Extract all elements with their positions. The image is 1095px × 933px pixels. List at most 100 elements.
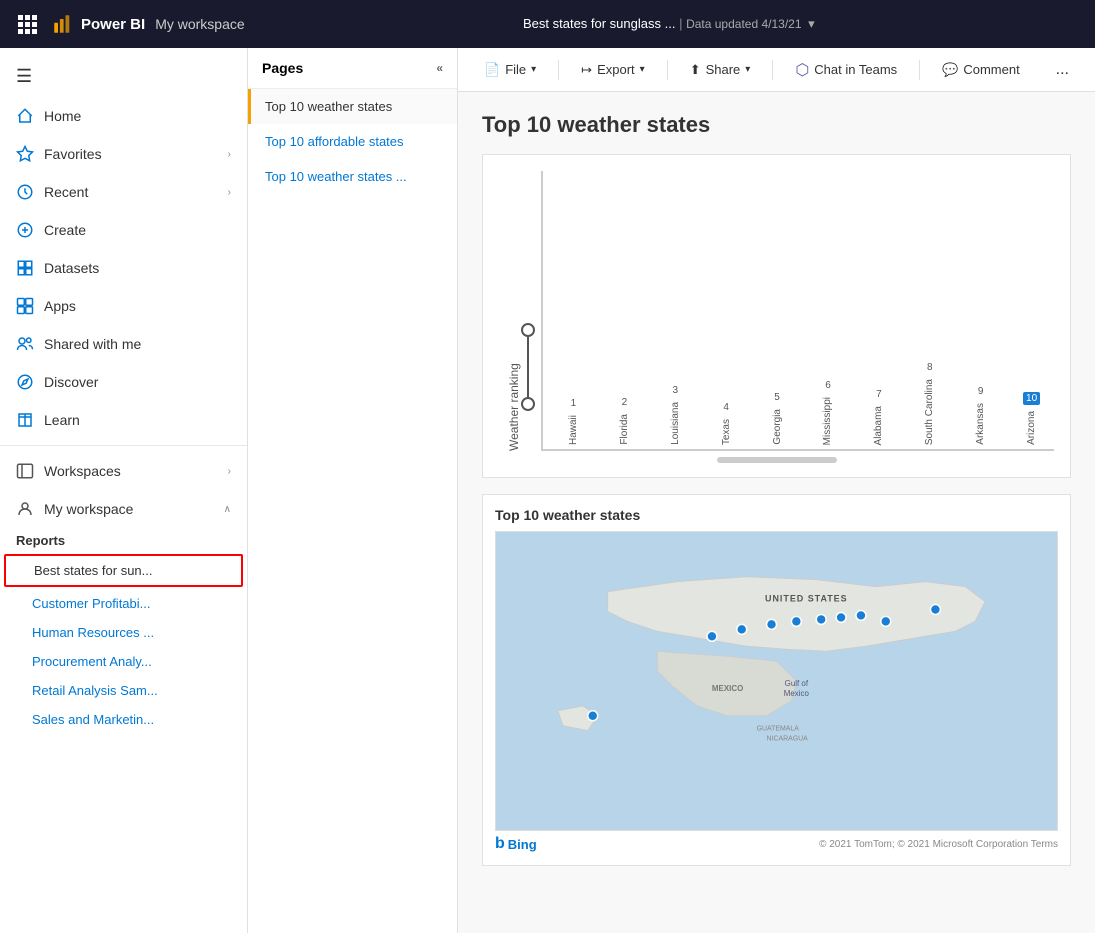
sidebar: ☰ Home Favorites › bbox=[0, 48, 248, 933]
page-item-top10weather2[interactable]: Top 10 weather states ... bbox=[248, 159, 457, 194]
sidebar-divider bbox=[0, 445, 247, 446]
waffle-icon[interactable] bbox=[12, 9, 43, 40]
app-name: Power BI bbox=[81, 16, 145, 33]
app-logo: Power BI bbox=[53, 14, 145, 34]
report-area: Top 10 weather states Weather ranking bbox=[458, 92, 1095, 933]
discover-icon bbox=[16, 373, 34, 391]
sidebar-label-create: Create bbox=[44, 222, 86, 238]
user-icon bbox=[16, 500, 34, 518]
bar-group-florida[interactable]: 2 Florida bbox=[602, 397, 647, 445]
sidebar-item-learn[interactable]: Learn bbox=[0, 401, 247, 439]
bar-group-georgia[interactable]: 5 Georgia bbox=[755, 392, 800, 445]
more-icon: ... bbox=[1056, 61, 1069, 79]
teams-icon: ⬡ bbox=[795, 60, 809, 80]
sidebar-label-shared: Shared with me bbox=[44, 336, 141, 352]
page-label-top10weather2: Top 10 weather states ... bbox=[265, 169, 407, 184]
chevron-up-my-workspace: ∧ bbox=[224, 504, 231, 515]
page-item-top10weather[interactable]: Top 10 weather states bbox=[248, 89, 457, 124]
sidebar-item-home[interactable]: Home bbox=[0, 97, 247, 135]
toolbar-sep-2 bbox=[667, 60, 668, 80]
topbar-chevron[interactable]: ▾ bbox=[808, 16, 815, 31]
toolbar-sep-4 bbox=[919, 60, 920, 80]
slider-bottom-handle[interactable] bbox=[521, 397, 535, 411]
comment-button[interactable]: 💬 Comment bbox=[932, 58, 1030, 82]
datasets-icon bbox=[16, 259, 34, 277]
bar-group-hawaii[interactable]: 1 Hawaii bbox=[551, 398, 596, 445]
sidebar-hamburger[interactable]: ☰ bbox=[0, 56, 247, 97]
map-copyright: © 2021 TomTom; © 2021 Microsoft Corporat… bbox=[819, 839, 1058, 850]
map-footer: b Bing © 2021 TomTom; © 2021 Microsoft C… bbox=[495, 831, 1058, 853]
report-main-title: Top 10 weather states bbox=[482, 112, 1071, 138]
map-svg: Gulf of Mexico UNITED STATES MEXICO GUAT… bbox=[496, 532, 1057, 830]
file-label: File bbox=[505, 62, 526, 77]
workspaces-icon bbox=[16, 462, 34, 480]
svg-text:GUATEMALA: GUATEMALA bbox=[757, 726, 800, 733]
sidebar-item-datasets[interactable]: Datasets bbox=[0, 249, 247, 287]
sidebar-report-best-states[interactable]: Best states for sun... bbox=[4, 554, 243, 587]
sidebar-item-apps[interactable]: Apps bbox=[0, 287, 247, 325]
sidebar-report-retail[interactable]: Retail Analysis Sam... bbox=[0, 676, 247, 705]
bar-group-south-carolina[interactable]: 8 South Carolina bbox=[907, 362, 952, 445]
bar-group-arizona[interactable]: 10 Arizona bbox=[1009, 392, 1054, 445]
file-button[interactable]: 📄 File ▾ bbox=[474, 58, 546, 82]
page-item-top10affordable[interactable]: Top 10 affordable states bbox=[248, 124, 457, 159]
chevron-right-icon: › bbox=[228, 149, 231, 160]
bar-group-mississippi[interactable]: 6 Mississippi bbox=[806, 380, 851, 445]
chart-scrollbar[interactable] bbox=[717, 457, 837, 463]
slider-top-handle[interactable] bbox=[521, 323, 535, 337]
map-container[interactable]: Gulf of Mexico UNITED STATES MEXICO GUAT… bbox=[495, 531, 1058, 831]
comment-icon: 💬 bbox=[942, 62, 958, 78]
more-button[interactable]: ... bbox=[1046, 57, 1079, 83]
sidebar-label-my-workspace: My workspace bbox=[44, 501, 133, 517]
chat-teams-button[interactable]: ⬡ Chat in Teams bbox=[785, 56, 907, 84]
svg-text:MEXICO: MEXICO bbox=[712, 684, 743, 693]
collapse-pages-button[interactable]: « bbox=[436, 61, 443, 75]
sidebar-item-discover[interactable]: Discover bbox=[0, 363, 247, 401]
share-button[interactable]: ⬆ Share ▾ bbox=[680, 58, 761, 82]
sidebar-report-procurement[interactable]: Procurement Analy... bbox=[0, 647, 247, 676]
svg-text:Mexico: Mexico bbox=[784, 689, 810, 698]
powerbi-icon bbox=[53, 14, 73, 34]
sidebar-label-recent: Recent bbox=[44, 184, 88, 200]
sidebar-label-datasets: Datasets bbox=[44, 260, 99, 276]
sidebar-label-workspaces: Workspaces bbox=[44, 463, 121, 479]
people-icon bbox=[16, 335, 34, 353]
book-icon bbox=[16, 411, 34, 429]
sidebar-item-recent[interactable]: Recent › bbox=[0, 173, 247, 211]
share-label: Share bbox=[706, 62, 741, 77]
sidebar-item-my-workspace[interactable]: My workspace ∧ bbox=[0, 490, 247, 528]
bars-area: 1 Hawaii 2 Florida 3 bbox=[541, 171, 1054, 451]
export-icon: ↦ bbox=[581, 62, 592, 78]
export-label: Export bbox=[597, 62, 635, 77]
bar-group-arkansas[interactable]: 9 Arkansas bbox=[958, 386, 1003, 445]
slider-control[interactable] bbox=[521, 171, 535, 451]
pages-panel: Pages « Top 10 weather states Top 10 aff… bbox=[248, 48, 458, 933]
bar-group-texas[interactable]: 4 Texas bbox=[704, 402, 749, 445]
file-chevron-icon: ▾ bbox=[531, 64, 536, 75]
svg-text:NICARAGUA: NICARAGUA bbox=[767, 736, 809, 743]
bing-logo: b Bing bbox=[495, 835, 537, 853]
pages-title: Pages bbox=[262, 60, 303, 76]
report-name: Best states for sunglass ... bbox=[523, 16, 675, 31]
bar-group-louisiana[interactable]: 3 Louisiana bbox=[653, 385, 698, 445]
svg-text:UNITED STATES: UNITED STATES bbox=[765, 594, 848, 604]
data-update: Data updated 4/13/21 bbox=[686, 17, 801, 31]
sidebar-report-human-resources[interactable]: Human Resources ... bbox=[0, 618, 247, 647]
reports-section-label: Reports bbox=[0, 528, 247, 552]
sidebar-item-create[interactable]: Create bbox=[0, 211, 247, 249]
sidebar-item-favorites[interactable]: Favorites › bbox=[0, 135, 247, 173]
map-title: Top 10 weather states bbox=[495, 507, 1058, 523]
reports-label: Reports bbox=[16, 533, 65, 548]
sidebar-report-sales[interactable]: Sales and Marketin... bbox=[0, 705, 247, 734]
sidebar-report-customer[interactable]: Customer Profitabi... bbox=[0, 589, 247, 618]
bar-group-alabama[interactable]: 7 Alabama bbox=[856, 389, 901, 445]
sidebar-item-shared[interactable]: Shared with me bbox=[0, 325, 247, 363]
plus-icon bbox=[16, 221, 34, 239]
share-icon: ⬆ bbox=[690, 62, 701, 78]
pages-header: Pages « bbox=[248, 48, 457, 89]
export-button[interactable]: ↦ Export ▾ bbox=[571, 58, 655, 82]
sidebar-label-learn: Learn bbox=[44, 412, 80, 428]
comment-label: Comment bbox=[963, 62, 1019, 77]
sidebar-item-workspaces[interactable]: Workspaces › bbox=[0, 452, 247, 490]
bar-chart-container: Weather ranking 1 bbox=[482, 154, 1071, 478]
